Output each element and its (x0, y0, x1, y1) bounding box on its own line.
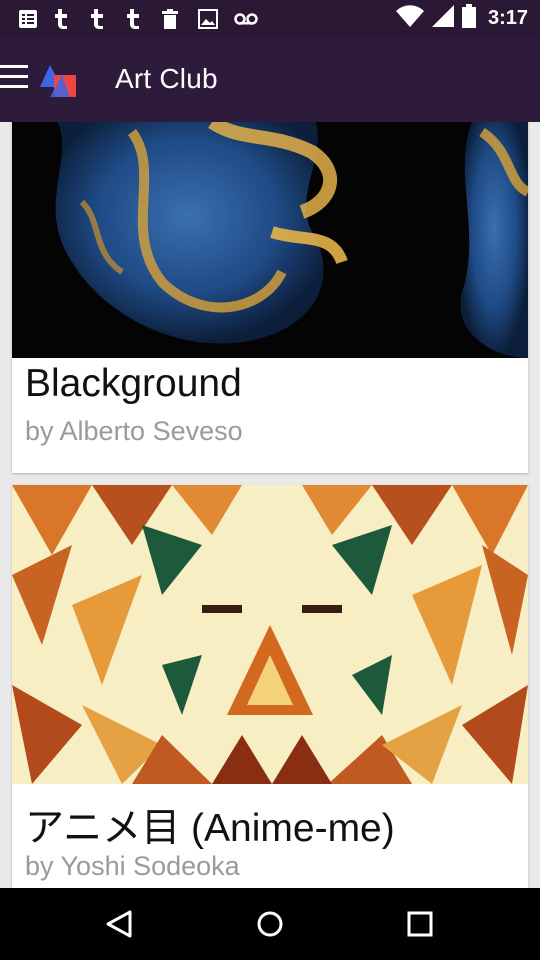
recents-icon (407, 911, 433, 937)
battery-icon (461, 4, 476, 33)
status-time: 3:17 (487, 7, 528, 29)
artwork-card[interactable]: アニメ目 (Anime-me) by Yoshi Sodeoka (12, 485, 528, 888)
cell-signal-icon (431, 5, 454, 32)
app-bar: Art Club (0, 37, 540, 122)
home-icon (257, 911, 283, 937)
notification-icons (18, 8, 270, 30)
tumblr-icon (90, 8, 126, 30)
trash-icon (162, 8, 198, 30)
artwork-feed[interactable]: Blackground by Alberto Seveso アニメ目 (Anim… (0, 122, 540, 888)
artwork-author: by Alberto Seveso (25, 416, 243, 446)
artwork-title: アニメ目 (Anime-me) (25, 807, 395, 850)
menu-button[interactable] (0, 65, 30, 91)
image-icon (198, 8, 234, 30)
tumblr-icon (126, 8, 162, 30)
voicemail-icon (234, 8, 270, 30)
artwork-image (12, 485, 528, 784)
back-button[interactable] (100, 904, 140, 944)
artwork-card[interactable]: Blackground by Alberto Seveso (12, 122, 528, 473)
wifi-icon (395, 5, 424, 32)
system-icons: 3:17 (395, 0, 528, 37)
artwork-author: by Yoshi Sodeoka (25, 851, 240, 881)
status-bar: 3:17 (0, 0, 540, 37)
recents-button[interactable] (400, 904, 440, 944)
back-icon (106, 910, 132, 938)
artwork-image (12, 122, 528, 358)
tumblr-icon (54, 8, 90, 30)
menu-icon (0, 65, 28, 68)
app-logo-icon (40, 61, 80, 99)
navigation-bar (0, 888, 540, 960)
app-title: Art Club (115, 63, 218, 94)
calendar-icon (18, 8, 54, 30)
artwork-title: Blackground (25, 362, 242, 405)
home-button[interactable] (250, 904, 290, 944)
